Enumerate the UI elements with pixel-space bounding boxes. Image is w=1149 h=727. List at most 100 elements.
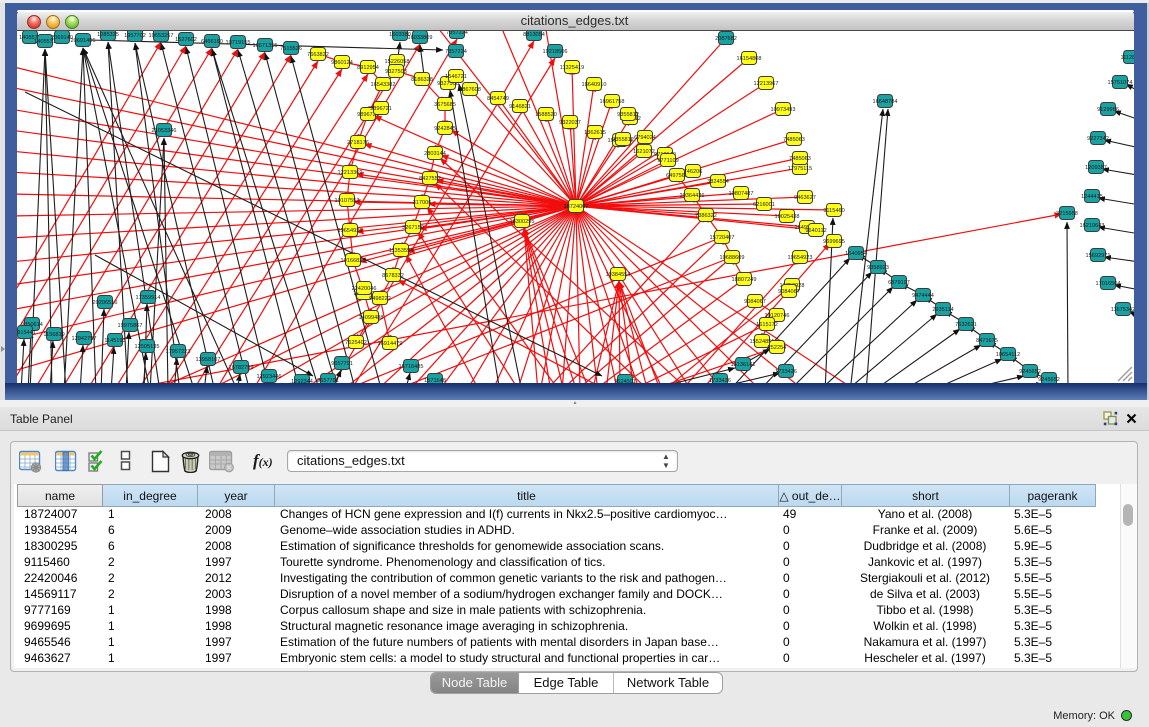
svg-text:15692971: 15692971	[1086, 253, 1111, 259]
svg-text:17957223: 17957223	[166, 349, 191, 355]
svg-text:9474444: 9474444	[912, 293, 934, 299]
svg-text:746206: 746206	[684, 169, 703, 175]
svg-text:6466160: 6466160	[201, 39, 223, 45]
svg-text:10654112: 10654112	[996, 352, 1020, 358]
svg-text:8186328: 8186328	[411, 77, 433, 83]
svg-text:9358923: 9358923	[867, 265, 889, 271]
svg-text:3675685: 3675685	[434, 102, 456, 108]
svg-text:1209387: 1209387	[1085, 165, 1107, 171]
svg-text:17359914: 17359914	[136, 295, 161, 301]
svg-text:10719155: 10719155	[226, 40, 251, 46]
svg-text:9227342: 9227342	[1087, 136, 1109, 142]
svg-text:19218506: 19218506	[543, 49, 568, 55]
svg-text:1244415: 1244415	[1081, 194, 1103, 200]
svg-text:2867608: 2867608	[459, 87, 481, 93]
svg-text:16782759: 16782759	[229, 365, 254, 371]
svg-text:9355812: 9355812	[612, 137, 634, 143]
svg-text:10653257: 10653257	[149, 33, 174, 39]
svg-text:9624501: 9624501	[614, 379, 636, 383]
svg-text:8678332: 8678332	[382, 273, 404, 279]
svg-text:7386322: 7386322	[695, 213, 717, 219]
svg-text:1145193: 1145193	[104, 338, 125, 344]
svg-text:9657791: 9657791	[331, 361, 353, 367]
svg-text:8471675: 8471675	[976, 338, 998, 344]
svg-text:8912954: 8912954	[357, 65, 379, 71]
svg-text:15136141: 15136141	[731, 362, 756, 368]
svg-text:18640910: 18640910	[582, 82, 607, 88]
svg-text:11325419: 11325419	[560, 65, 584, 71]
svg-text:1621072: 1621072	[633, 149, 655, 155]
svg-text:9771109: 9771109	[657, 158, 678, 164]
svg-text:9322037: 9322037	[559, 120, 581, 126]
svg-text:7515526: 7515526	[280, 46, 302, 52]
svg-text:9640112: 9640112	[805, 228, 826, 234]
svg-text:1957702: 1957702	[124, 33, 146, 39]
svg-text:7625402: 7625402	[345, 340, 367, 346]
svg-text:9245652: 9245652	[1019, 369, 1041, 375]
svg-text:9146821: 9146821	[509, 104, 531, 110]
svg-text:18807249: 18807249	[732, 277, 757, 283]
svg-text:10973493: 10973493	[771, 107, 796, 113]
svg-text:18300295: 18300295	[510, 219, 535, 225]
svg-text:8454749: 8454749	[487, 96, 509, 102]
svg-text:9355812: 9355812	[617, 112, 639, 118]
svg-text:17975115: 17975115	[788, 166, 812, 172]
svg-text:9657791: 9657791	[317, 378, 339, 383]
svg-text:17016504: 17016504	[1096, 281, 1121, 287]
svg-text:1615172: 1615172	[756, 322, 778, 328]
svg-text:3215958: 3215958	[1056, 211, 1078, 217]
svg-text:11675342: 11675342	[1111, 307, 1134, 313]
svg-text:12942757: 12942757	[72, 336, 97, 342]
svg-text:21053346: 21053346	[152, 128, 177, 134]
svg-text:10688609: 10688609	[720, 255, 745, 261]
svg-text:1733426: 1733426	[709, 378, 731, 383]
svg-text:13958107: 13958107	[196, 357, 221, 363]
svg-text:15751074: 15751074	[1108, 80, 1133, 86]
svg-text:9327503: 9327503	[385, 69, 407, 75]
svg-text:7485063: 7485063	[783, 137, 805, 143]
svg-text:6794024: 6794024	[634, 135, 656, 141]
svg-text:8813054: 8813054	[523, 32, 545, 38]
svg-text:16914479: 16914479	[378, 341, 403, 347]
svg-text:16154808: 16154808	[737, 56, 762, 62]
svg-text:7663822: 7663822	[307, 52, 329, 58]
svg-text:8427552: 8427552	[419, 176, 441, 182]
svg-text:22420046: 22420046	[352, 286, 377, 292]
svg-text:9699695: 9699695	[823, 239, 845, 245]
svg-text:19654925: 19654925	[338, 228, 363, 234]
svg-text:9498222: 9498222	[369, 296, 391, 302]
svg-text:9242845: 9242845	[434, 126, 456, 132]
svg-text:16961758: 16961758	[600, 99, 625, 105]
svg-text:2718176: 2718176	[347, 140, 369, 146]
svg-text:252254: 252254	[768, 345, 787, 351]
svg-text:1527602: 1527602	[175, 37, 197, 43]
svg-text:15720407: 15720407	[710, 235, 735, 241]
svg-text:9084067: 9084067	[744, 299, 766, 305]
svg-text:11353594: 11353594	[389, 248, 413, 254]
svg-text:1362615: 1362615	[584, 130, 606, 136]
svg-text:10025438: 10025438	[775, 214, 800, 220]
svg-text:12923446: 12923446	[257, 374, 282, 380]
svg-text:1733426: 1733426	[775, 369, 797, 375]
svg-text:6879197: 6879197	[888, 280, 910, 286]
svg-text:15716485: 15716485	[399, 364, 424, 370]
svg-text:12213369: 12213369	[338, 170, 363, 176]
svg-text:9084067: 9084067	[778, 289, 800, 295]
svg-text:1588520: 1588520	[535, 112, 557, 118]
svg-text:12213967: 12213967	[754, 81, 779, 87]
svg-text:19654923: 19654923	[788, 255, 813, 261]
svg-text:7632621: 7632621	[955, 322, 977, 328]
svg-text:1292344: 1292344	[291, 379, 313, 383]
svg-text:9860124: 9860124	[331, 60, 353, 66]
svg-text:12505135: 12505135	[135, 344, 160, 350]
svg-text:1112843: 1112843	[1121, 55, 1134, 61]
svg-text:16210643: 16210643	[1080, 223, 1105, 229]
svg-text:7357224: 7357224	[445, 49, 467, 55]
svg-text:1546721: 1546721	[445, 74, 467, 80]
svg-text:2803144: 2803144	[424, 151, 446, 157]
svg-text:19166825: 19166825	[341, 258, 366, 264]
svg-text:19384554: 19384554	[606, 272, 631, 278]
svg-text:1640954: 1640954	[845, 251, 867, 257]
svg-text:19975867: 19975867	[118, 323, 143, 329]
svg-text:2087682: 2087682	[715, 36, 737, 42]
